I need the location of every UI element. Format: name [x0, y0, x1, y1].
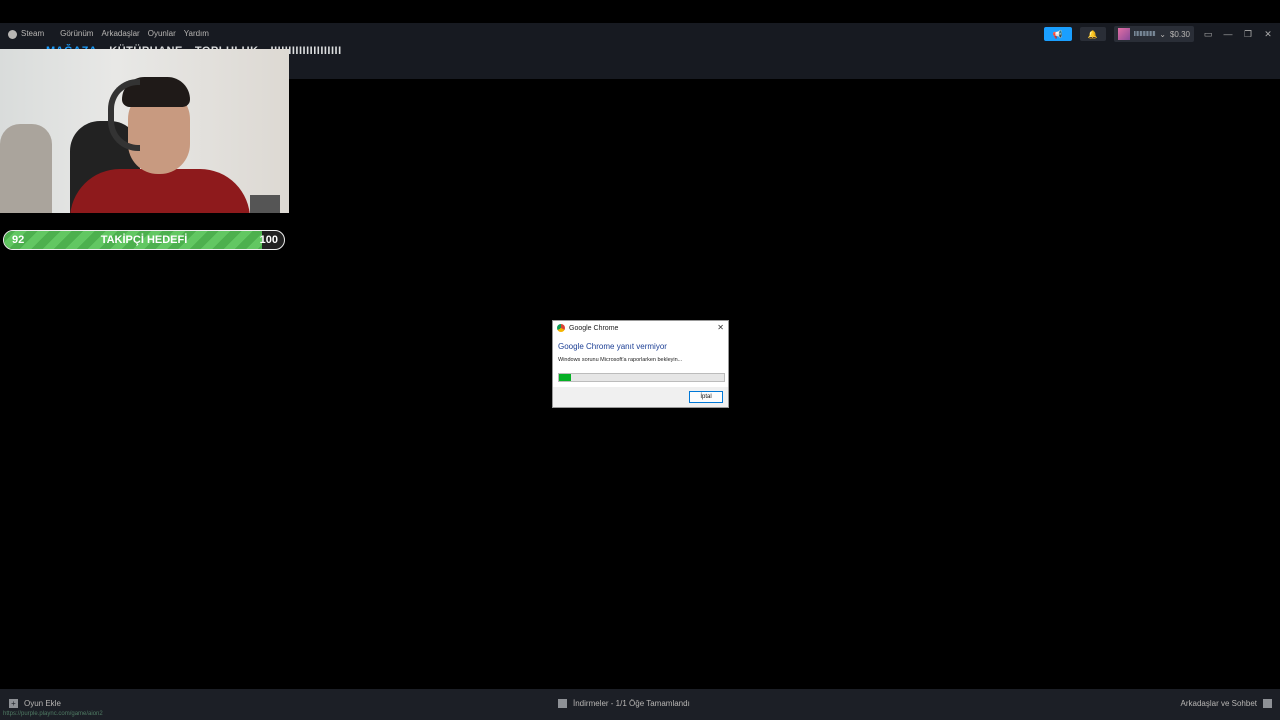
steam-titlebar: Steam Görünüm Arkadaşlar Oyunlar Yardım …	[0, 23, 1280, 45]
chrome-icon	[557, 324, 565, 332]
dialog-progress-bar	[558, 373, 725, 382]
friends-chat-button[interactable]: Arkadaşlar ve Sohbet	[1180, 699, 1272, 708]
close-icon[interactable]: ✕	[1262, 29, 1274, 40]
follower-goal-target: 100	[259, 234, 278, 246]
follower-goal-bar: TAKİPÇİ HEDEFİ 92 100	[3, 230, 285, 250]
webcam-overlay	[0, 49, 289, 213]
dialog-message: Windows sorunu Microsoft'a raporlarken b…	[558, 357, 683, 363]
main-menu: Steam Görünüm Arkadaşlar Oyunlar Yardım	[8, 29, 217, 39]
maximize-icon[interactable]: ❐	[1242, 29, 1254, 40]
top-black-strip	[0, 0, 1280, 23]
notifications-button[interactable]: 🔔	[1079, 27, 1106, 41]
webcam-desk-object	[250, 195, 280, 213]
account-menu[interactable]: IIIIIIIIIIIIIII ⌄ $0.30	[1113, 26, 1194, 42]
bell-icon: 🔔	[1087, 29, 1098, 39]
account-name: IIIIIIIIIIIIIII	[1133, 30, 1156, 38]
status-url: https://purple.plaync.com/game/aion2	[3, 711, 103, 717]
avatar	[1117, 28, 1130, 40]
megaphone-icon: 📢	[1052, 29, 1063, 39]
add-game-button[interactable]: + Oyun Ekle	[9, 699, 61, 708]
dialog-body: Google Chrome yanıt vermiyor Windows sor…	[553, 335, 728, 387]
webcam-background-object	[0, 124, 52, 213]
window-controls: 📢 🔔 IIIIIIIIIIIIIII ⌄ $0.30 ▭ — ❐ ✕	[1043, 26, 1274, 42]
big-picture-icon[interactable]: ▭	[1202, 29, 1214, 40]
dialog-progress-fill	[559, 374, 571, 381]
downloads-button[interactable]: İndirmeler - 1/1 Öğe Tamamlandı	[558, 699, 690, 708]
chat-icon	[1263, 699, 1272, 708]
webcam-person-body	[70, 169, 250, 213]
wallet-balance: $0.30	[1169, 29, 1190, 39]
cancel-button[interactable]: İptal	[689, 391, 723, 403]
download-icon	[558, 699, 567, 708]
announcements-button[interactable]: 📢	[1043, 27, 1072, 41]
dialog-close-icon[interactable]: ✕	[717, 323, 724, 332]
menu-view[interactable]: Görünüm	[60, 29, 93, 38]
follower-goal-current: 92	[12, 234, 25, 246]
chevron-down-icon: ⌄	[1159, 29, 1166, 39]
dialog-title: Google Chrome	[569, 324, 619, 332]
steam-bottom-bar: + Oyun Ekle https://purple.plaync.com/ga…	[0, 689, 1280, 720]
steam-logo-icon	[8, 29, 17, 39]
follower-goal-title: TAKİPÇİ HEDEFİ	[100, 234, 188, 246]
not-responding-dialog: Google Chrome ✕ Google Chrome yanıt verm…	[552, 320, 729, 408]
plus-icon: +	[9, 699, 18, 708]
menu-friends[interactable]: Arkadaşlar	[101, 29, 139, 38]
friends-chat-label: Arkadaşlar ve Sohbet	[1180, 699, 1258, 708]
menu-help[interactable]: Yardım	[184, 29, 209, 38]
menu-games[interactable]: Oyunlar	[148, 29, 176, 38]
dialog-heading: Google Chrome yanıt vermiyor	[558, 342, 667, 351]
dialog-titlebar: Google Chrome ✕	[553, 321, 728, 335]
downloads-label: İndirmeler - 1/1 Öğe Tamamlandı	[573, 699, 690, 708]
minimize-icon[interactable]: —	[1222, 29, 1234, 39]
add-game-label: Oyun Ekle	[24, 699, 61, 708]
dialog-footer: İptal	[553, 387, 728, 407]
menu-steam[interactable]: Steam	[8, 29, 52, 39]
